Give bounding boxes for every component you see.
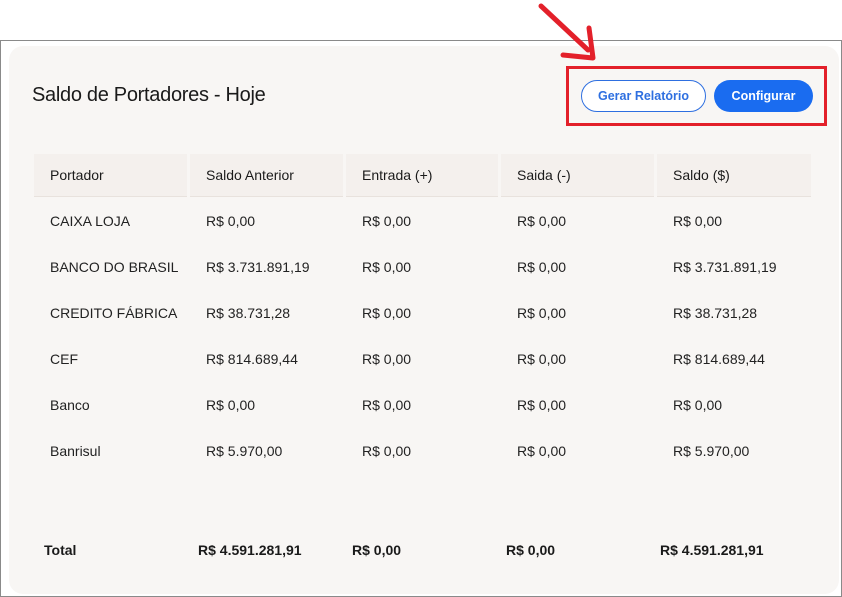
cell-portador: CEF xyxy=(50,351,78,367)
column-header-saida: Saida (-) xyxy=(501,154,654,197)
cell-entrada: R$ 0,00 xyxy=(362,443,412,459)
generate-report-button[interactable]: Gerar Relatório xyxy=(581,80,706,112)
cell-portador: Banrisul xyxy=(50,443,101,459)
cell-saida: R$ 0,00 xyxy=(517,397,567,413)
cell-saldo: R$ 814.689,44 xyxy=(673,351,765,367)
cell-portador: Banco xyxy=(50,397,90,413)
column-header-saldo-anterior: Saldo Anterior xyxy=(190,154,343,197)
cell-saida: R$ 0,00 xyxy=(517,213,567,229)
red-arrow-annotation xyxy=(538,3,596,61)
cell-saldo: R$ 0,00 xyxy=(673,213,723,229)
cell-entrada: R$ 0,00 xyxy=(362,351,412,367)
page-title: Saldo de Portadores - Hoje xyxy=(32,84,266,106)
total-label: Total xyxy=(44,542,77,558)
cell-saldo: R$ 0,00 xyxy=(673,397,723,413)
total-saldo: R$ 4.591.281,91 xyxy=(660,542,764,558)
cell-saldo-anterior: R$ 0,00 xyxy=(206,213,256,229)
cell-entrada: R$ 0,00 xyxy=(362,305,412,321)
cell-entrada: R$ 0,00 xyxy=(362,213,412,229)
configure-button[interactable]: Configurar xyxy=(714,80,813,112)
cell-saida: R$ 0,00 xyxy=(517,259,567,275)
cell-saldo-anterior: R$ 814.689,44 xyxy=(206,351,298,367)
cell-saida: R$ 0,00 xyxy=(517,305,567,321)
total-saida: R$ 0,00 xyxy=(506,542,556,558)
cell-saldo-anterior: R$ 38.731,28 xyxy=(206,305,291,321)
cell-saldo-anterior: R$ 3.731.891,19 xyxy=(206,259,310,275)
total-entrada: R$ 0,00 xyxy=(352,542,402,558)
cell-saldo-anterior: R$ 0,00 xyxy=(206,397,256,413)
column-header-saldo: Saldo ($) xyxy=(657,154,811,197)
cell-portador: BANCO DO BRASIL xyxy=(50,259,179,275)
column-header-portador: Portador xyxy=(34,154,187,197)
cell-saida: R$ 0,00 xyxy=(517,443,567,459)
cell-saldo: R$ 3.731.891,19 xyxy=(673,259,777,275)
cell-saldo: R$ 5.970,00 xyxy=(673,443,750,459)
column-header-entrada: Entrada (+) xyxy=(346,154,498,197)
cell-portador: CREDITO FÁBRICA xyxy=(50,305,178,321)
cell-entrada: R$ 0,00 xyxy=(362,259,412,275)
cell-entrada: R$ 0,00 xyxy=(362,397,412,413)
cell-saldo-anterior: R$ 5.970,00 xyxy=(206,443,283,459)
cell-saida: R$ 0,00 xyxy=(517,351,567,367)
cell-saldo: R$ 38.731,28 xyxy=(673,305,758,321)
table-header: Portador Saldo Anterior Entrada (+) Said… xyxy=(34,154,811,198)
cell-portador: CAIXA LOJA xyxy=(50,213,131,229)
total-saldo-anterior: R$ 4.591.281,91 xyxy=(198,542,302,558)
